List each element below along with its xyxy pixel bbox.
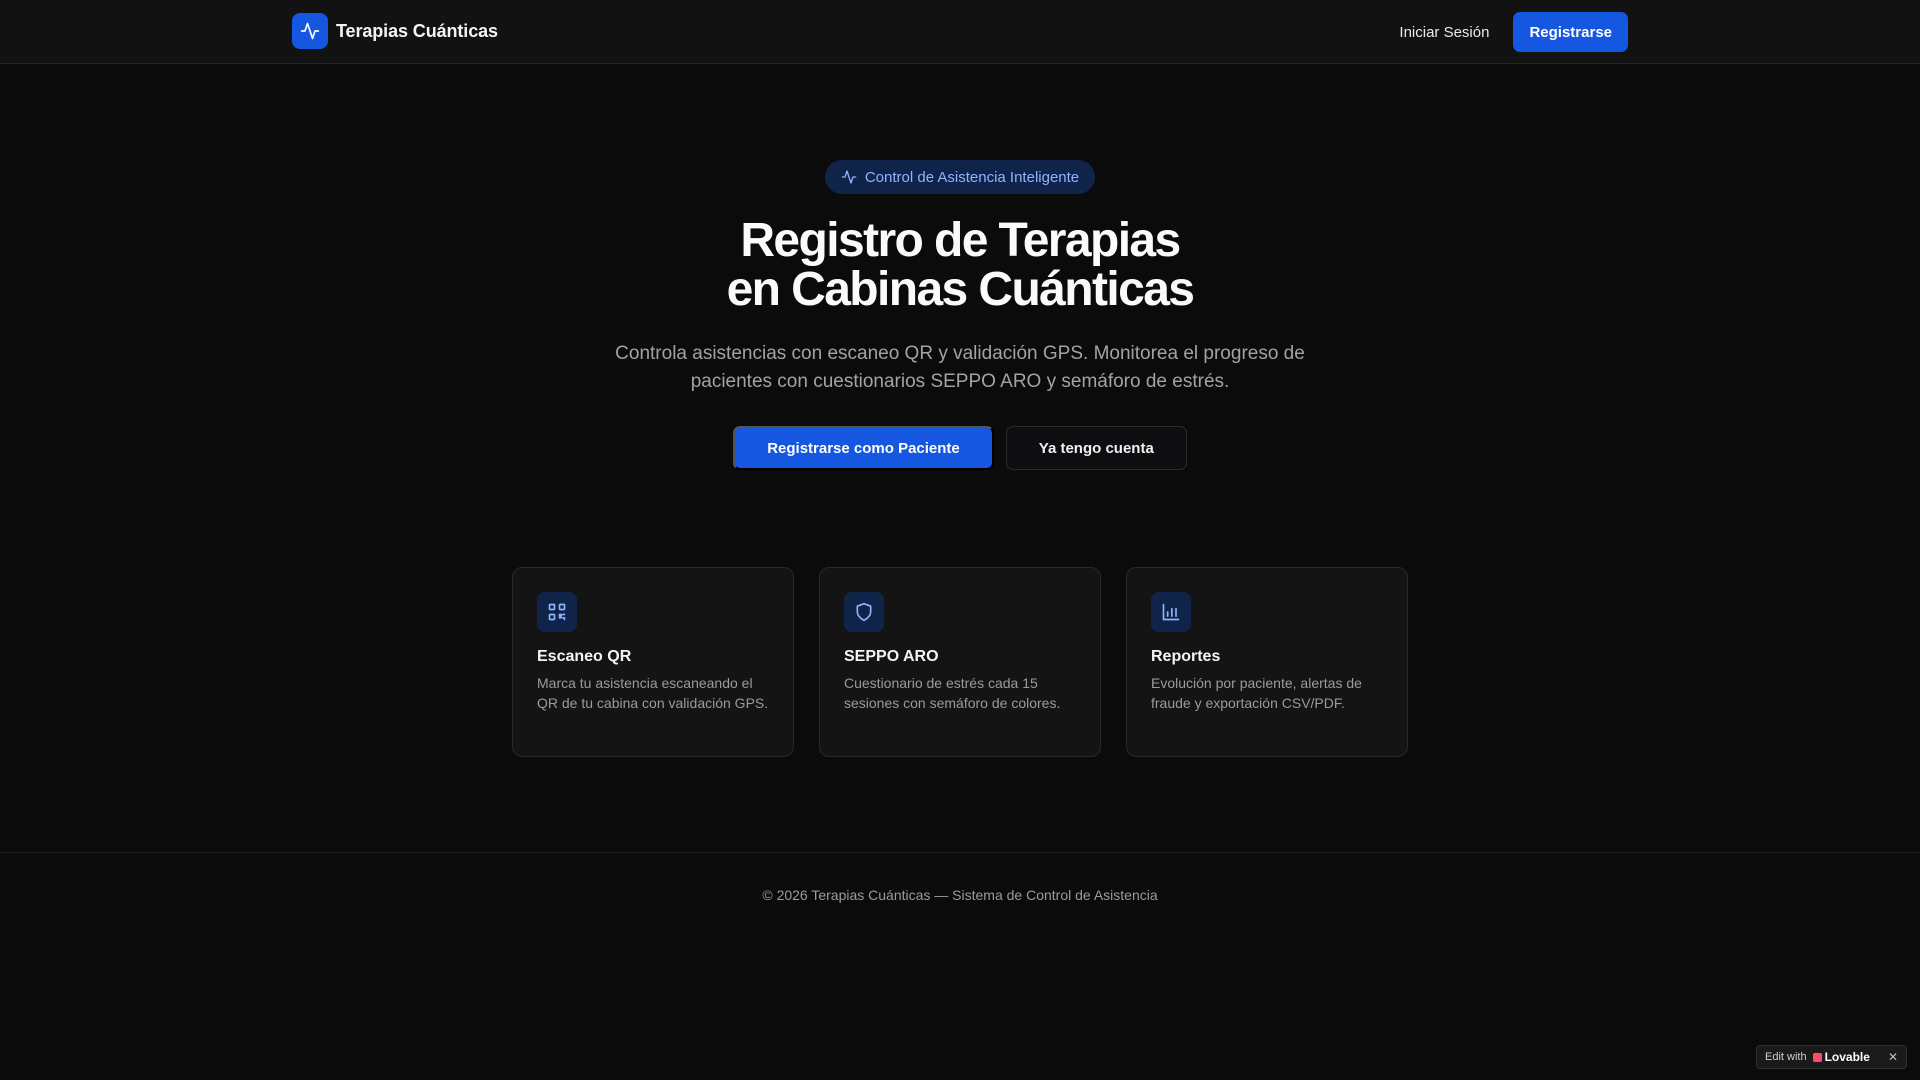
brand[interactable]: Terapias Cuánticas [292,13,498,49]
badge-prefix: Edit with [1765,1051,1807,1063]
feature-title: SEPPO ARO [844,648,939,665]
title-line-2: en Cabinas Cuánticas [726,263,1195,316]
register-button[interactable]: Registrarse [1513,12,1628,52]
login-link[interactable]: Iniciar Sesión [1399,24,1489,41]
activity-logo-icon [292,13,328,49]
feature-card-seppo: SEPPO ARO Cuestionario de estrés cada 15… [819,567,1101,757]
feature-description: Marca tu asistencia escaneando el QR de … [537,675,769,711]
lovable-heart-icon [1812,1052,1822,1062]
pill-label: Control de Asistencia Inteligente [864,168,1080,186]
features-grid: Escaneo QR Marca tu asistencia escaneand… [512,567,1408,757]
feature-title: Escaneo QR [537,648,632,665]
brand-name: Terapias Cuánticas [336,20,498,41]
nav-actions: Iniciar Sesión Registrarse [1399,12,1628,52]
feature-card-qr: Escaneo QR Marca tu asistencia escaneand… [512,567,794,757]
existing-account-button[interactable]: Ya tengo cuenta [1005,426,1187,470]
lovable-logo: Lovable [1812,1050,1870,1064]
close-icon[interactable]: ✕ [1888,1050,1898,1064]
edit-with-lovable-badge[interactable]: Edit with Lovable ✕ [1756,1045,1907,1069]
feature-title: Reportes [1151,648,1221,665]
footer: © 2026 Terapias Cuánticas — Sistema de C… [0,852,1920,1080]
hero-subtitle: Controla asistencias con escaneo QR y va… [615,343,1305,392]
feature-card-reports: Reportes Evolución por paciente, alertas… [1126,567,1408,757]
shield-icon [844,592,884,632]
hero-actions: Registrarse como Paciente Ya tengo cuent… [0,426,1920,470]
qr-code-icon [537,592,577,632]
page-title: Registro de Terapias en Cabinas Cuántica… [0,216,1920,314]
footer-copyright: © 2026 Terapias Cuánticas — Sistema de C… [762,887,1158,903]
lovable-brand-name: Lovable [1824,1050,1870,1064]
bar-chart-icon [1151,592,1191,632]
activity-icon [841,170,857,184]
feature-description: Evolución por paciente, alertas de fraud… [1151,675,1362,711]
hero-section: Control de Asistencia Inteligente Regist… [0,160,1920,470]
title-line-1: Registro de Terapias [740,214,1181,267]
top-navbar: Terapias Cuánticas Iniciar Sesión Regist… [0,0,1920,64]
feature-pill: Control de Asistencia Inteligente [824,160,1096,194]
feature-description: Cuestionario de estrés cada 15 sesiones … [844,675,1061,711]
register-patient-button[interactable]: Registrarse como Paciente [733,426,994,470]
